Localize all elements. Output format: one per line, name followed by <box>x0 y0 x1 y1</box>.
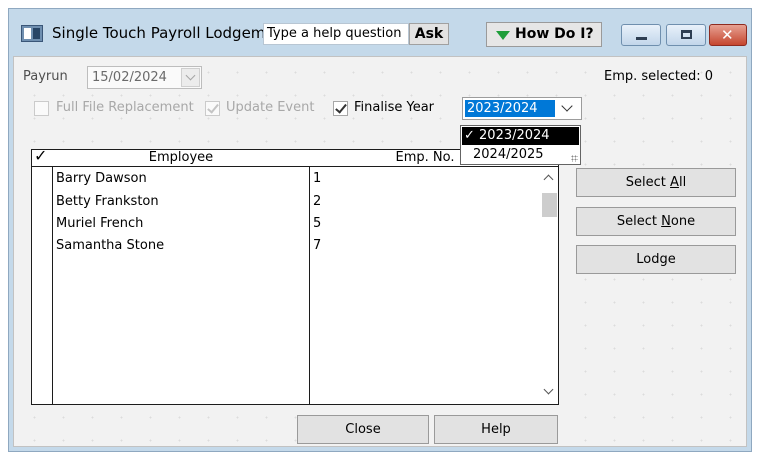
emp-no-cell: 7 <box>313 238 322 253</box>
maximize-icon <box>681 30 692 39</box>
how-do-i-label: How Do I? <box>515 26 594 42</box>
ask-button[interactable]: Ask <box>409 23 449 45</box>
employee-name-cell: Barry Dawson <box>56 171 147 186</box>
table-row[interactable]: Samantha Stone 7 <box>32 235 540 257</box>
how-do-i-button[interactable]: How Do I? <box>486 22 602 47</box>
help-button[interactable]: Help <box>434 415 558 444</box>
close-button[interactable]: Close <box>297 415 429 444</box>
close-icon: ✕ <box>721 26 734 44</box>
employees-selected-count: Emp. selected: 0 <box>604 69 714 84</box>
financial-year-value: 2023/2024 <box>465 100 555 117</box>
financial-year-dropdown-list: ✓ 2023/2024 2024/2025 <box>460 125 581 165</box>
employee-table: ✓ Employee Emp. No. Barry Dawson 1 Betty… <box>31 146 559 405</box>
title-bar[interactable]: Single Touch Payroll Lodgement Type a he… <box>9 9 751 55</box>
select-column-header[interactable]: ✓ <box>34 146 47 165</box>
select-none-accelerator: N <box>661 214 671 229</box>
close-window-button[interactable]: ✕ <box>709 24 747 46</box>
select-all-label-suffix: ll <box>678 175 687 190</box>
select-none-label-suffix: one <box>670 214 696 229</box>
select-all-accelerator: A <box>670 175 679 190</box>
emp-no-cell: 1 <box>313 171 322 186</box>
checkmark-icon <box>207 101 219 114</box>
update-event-checkbox <box>205 101 220 116</box>
select-none-button[interactable]: Select None <box>576 207 736 236</box>
checkmark-icon <box>335 101 347 114</box>
employee-column-header[interactable]: Employee <box>53 150 309 165</box>
year-option-2024-2025[interactable]: 2024/2025 <box>462 146 579 164</box>
help-question-input[interactable]: Type a help question <box>263 23 409 45</box>
finalise-year-checkbox[interactable] <box>333 101 348 116</box>
resize-grip-icon[interactable] <box>571 155 578 162</box>
lodge-button[interactable]: Lodge <box>576 245 736 274</box>
chevron-down-icon <box>185 70 196 81</box>
select-all-button[interactable]: Select All <box>576 168 736 197</box>
payrun-value: 15/02/2024 <box>92 70 167 85</box>
table-row[interactable]: Barry Dawson 1 <box>32 168 540 190</box>
triangle-down-icon <box>496 31 510 40</box>
employee-name-cell: Betty Frankston <box>56 194 159 209</box>
select-none-label-prefix: Select <box>616 214 662 229</box>
emp-no-cell: 5 <box>313 216 322 231</box>
scrollbar-thumb[interactable] <box>542 193 557 217</box>
employee-name-cell: Samantha Stone <box>56 238 165 253</box>
emp-no-cell: 2 <box>313 194 322 209</box>
financial-year-select[interactable]: 2023/2024 <box>462 97 582 120</box>
app-window-icon <box>21 25 43 42</box>
chevron-down-icon <box>561 100 573 112</box>
dialog-content: Payrun 15/02/2024 Emp. selected: 0 Full … <box>13 56 747 447</box>
minimize-button[interactable] <box>621 24 661 46</box>
payrun-select: 15/02/2024 <box>87 66 202 89</box>
scroll-up-arrow-icon[interactable] <box>543 174 554 185</box>
table-row[interactable]: Muriel French 5 <box>32 213 540 235</box>
update-event-label: Update Event <box>226 100 315 115</box>
stp-lodgement-window: Single Touch Payroll Lodgement Type a he… <box>8 8 752 452</box>
full-file-replacement-label: Full File Replacement <box>56 100 194 115</box>
full-file-replacement-checkbox <box>34 101 49 116</box>
maximize-button[interactable] <box>666 24 706 46</box>
table-vertical-scrollbar[interactable] <box>540 167 557 404</box>
minimize-icon <box>636 37 647 40</box>
table-row[interactable]: Betty Frankston 2 <box>32 191 540 213</box>
payrun-dropdown-button <box>181 68 200 87</box>
scroll-down-arrow-icon[interactable] <box>543 384 554 395</box>
employee-name-cell: Muriel French <box>56 216 144 231</box>
select-all-label-prefix: Select <box>625 175 671 190</box>
payrun-label: Payrun <box>23 69 68 84</box>
window-title: Single Touch Payroll Lodgement <box>52 24 263 42</box>
finalise-year-label: Finalise Year <box>354 100 434 115</box>
year-option-2023-2024[interactable]: ✓ 2023/2024 <box>462 127 579 145</box>
